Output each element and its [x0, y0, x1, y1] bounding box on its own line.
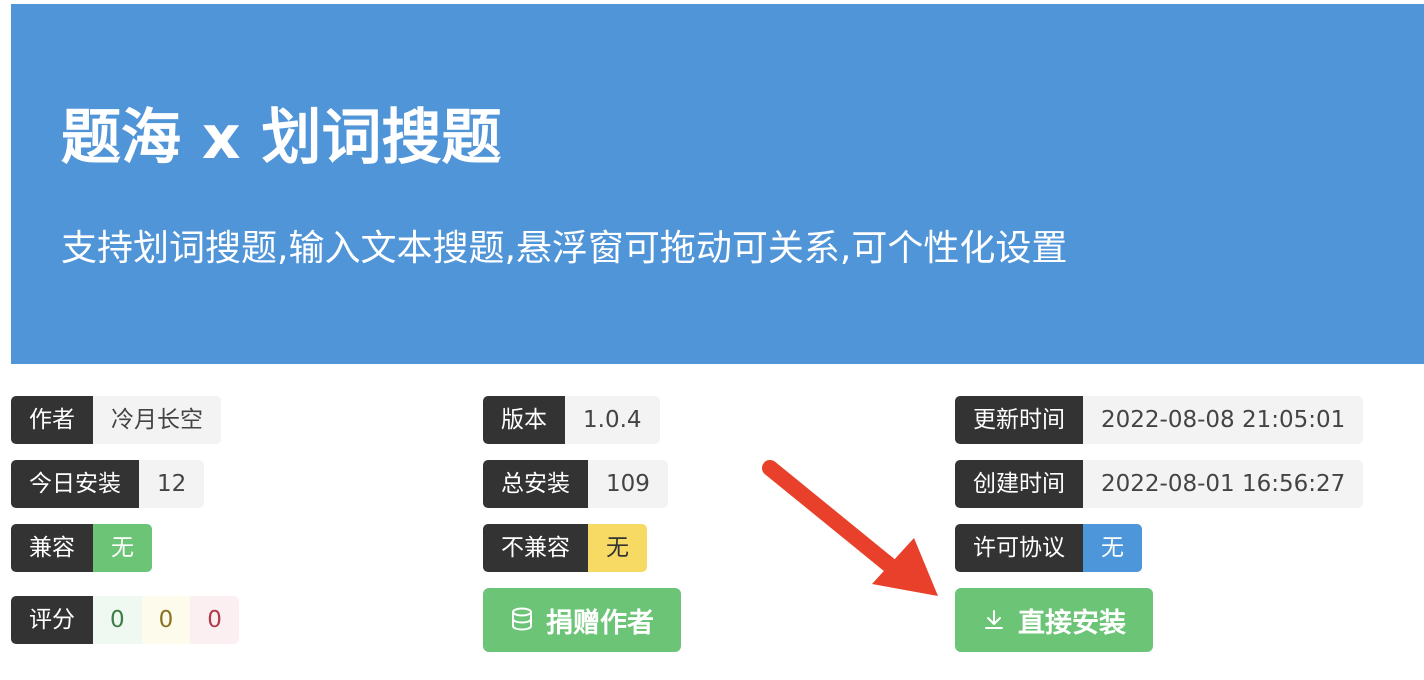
created-badge: 创建时间 2022-08-01 16:56:27	[955, 460, 1364, 508]
total-installs-badge: 总安装 109	[483, 460, 668, 508]
license-value[interactable]: 无	[1083, 524, 1142, 572]
created-label: 创建时间	[955, 460, 1083, 508]
rating-bad-count: 0	[190, 596, 239, 644]
compatible-label: 兼容	[11, 524, 93, 572]
rating-badge: 评分 0 0 0	[11, 596, 239, 644]
today-installs-value: 12	[139, 460, 205, 508]
updated-value: 2022-08-08 21:05:01	[1083, 396, 1364, 444]
author-badge: 作者 冷月长空	[11, 396, 221, 444]
incompatible-badge: 不兼容 无	[483, 524, 647, 572]
rating-good-count: 0	[93, 596, 142, 644]
rating-ok-count: 0	[141, 596, 191, 644]
page-title: 题海 x 划词搜题	[61, 103, 502, 173]
install-button[interactable]: 直接安装	[955, 588, 1153, 652]
author-label: 作者	[11, 396, 93, 444]
header-banner: 题海 x 划词搜题 支持划词搜题,输入文本搜题,悬浮窗可拖动可关系,可个性化设置	[11, 4, 1424, 364]
today-installs-badge: 今日安装 12	[11, 460, 205, 508]
download-icon	[982, 608, 1006, 632]
version-badge: 版本 1.0.4	[483, 396, 660, 444]
created-value: 2022-08-01 16:56:27	[1083, 460, 1364, 508]
license-label: 许可协议	[955, 524, 1083, 572]
annotation-arrow-icon	[762, 460, 938, 596]
donate-button-label: 捐赠作者	[546, 607, 654, 639]
donate-button[interactable]: 捐赠作者	[483, 588, 681, 652]
total-installs-value: 109	[588, 460, 668, 508]
compatible-badge: 兼容 无	[11, 524, 152, 572]
install-button-label: 直接安装	[1018, 607, 1126, 639]
author-value[interactable]: 冷月长空	[93, 396, 221, 444]
updated-label: 更新时间	[955, 396, 1083, 444]
version-label: 版本	[483, 396, 565, 444]
total-installs-label: 总安装	[483, 460, 588, 508]
incompatible-value: 无	[588, 524, 647, 572]
compatible-value: 无	[93, 524, 152, 572]
today-installs-label: 今日安装	[11, 460, 139, 508]
rating-label: 评分	[11, 596, 93, 644]
license-badge: 许可协议 无	[955, 524, 1142, 572]
incompatible-label: 不兼容	[483, 524, 588, 572]
updated-badge: 更新时间 2022-08-08 21:05:01	[955, 396, 1364, 444]
coins-icon	[510, 607, 534, 633]
version-value: 1.0.4	[565, 396, 660, 444]
page-subtitle: 支持划词搜题,输入文本搜题,悬浮窗可拖动可关系,可个性化设置	[61, 228, 1068, 269]
